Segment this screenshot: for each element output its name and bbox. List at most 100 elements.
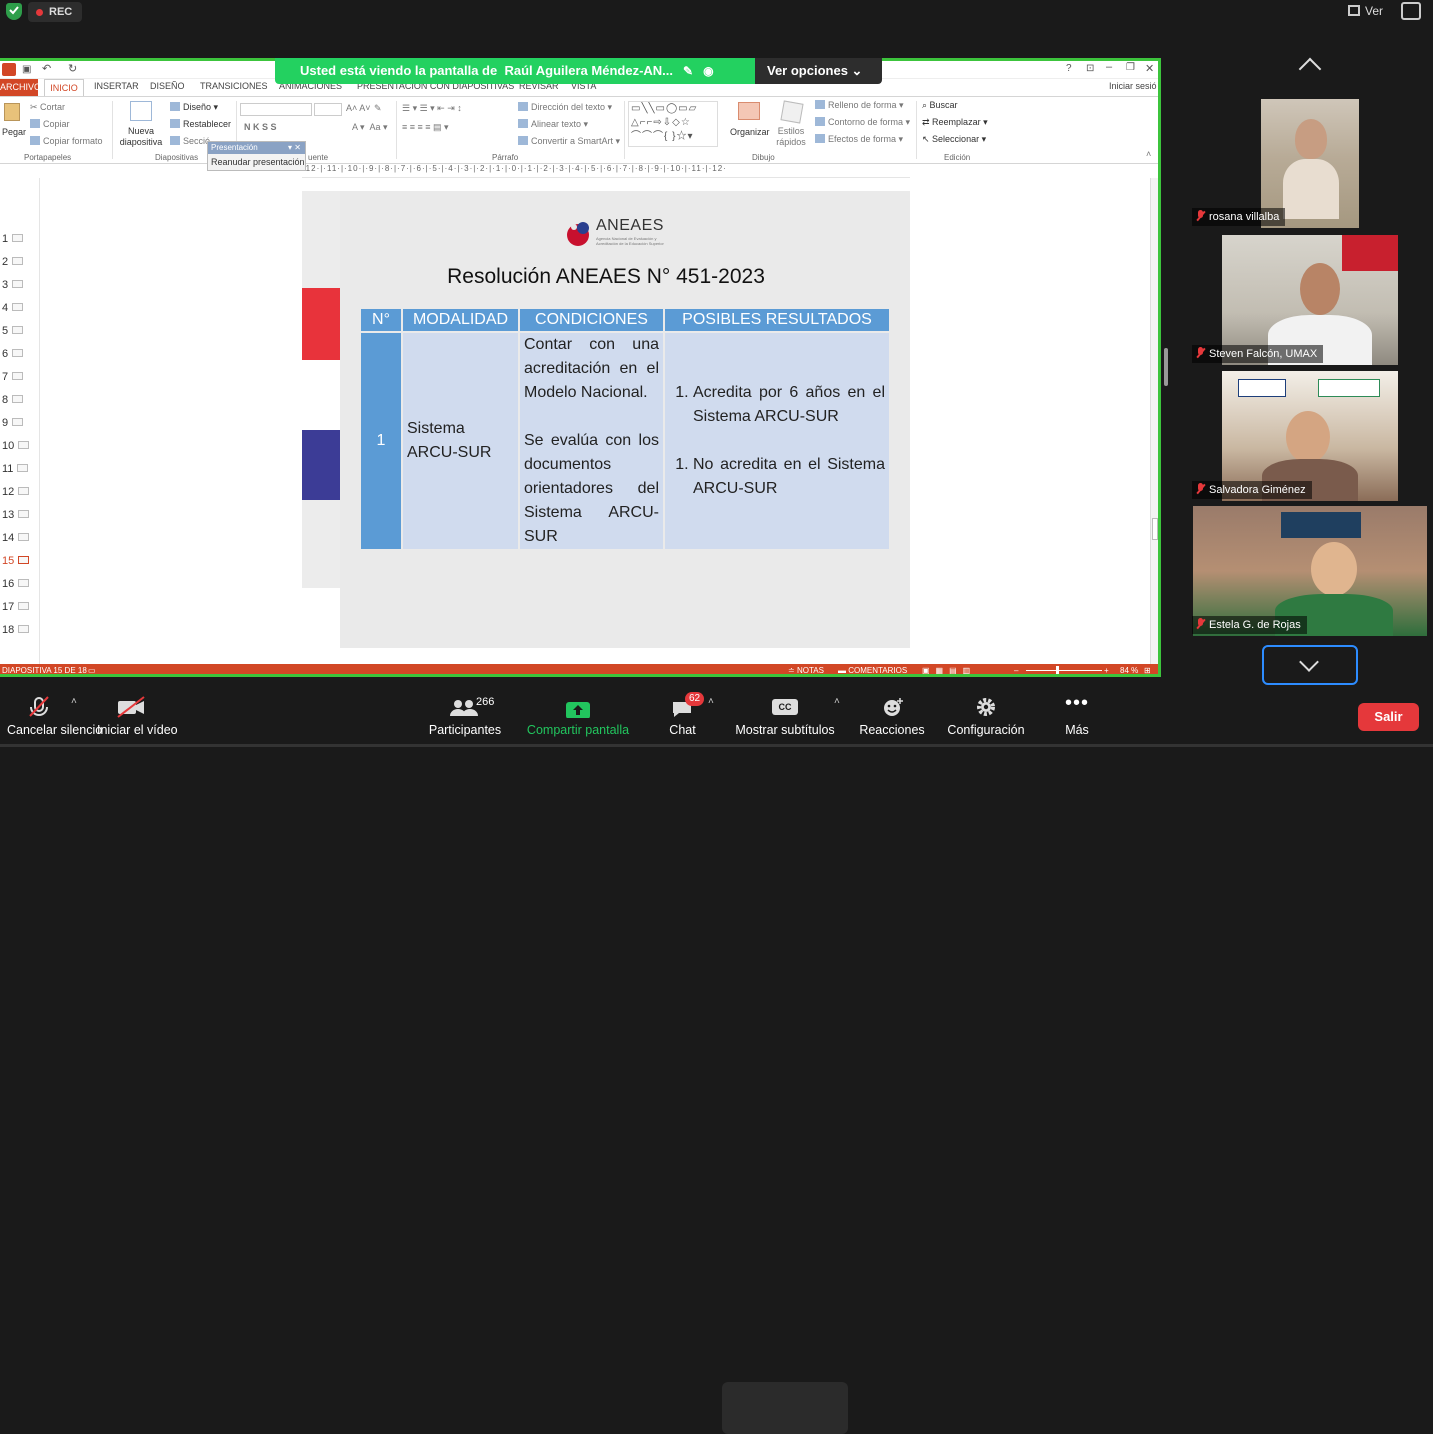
view-options-button[interactable]: Ver opciones ⌄ [755,58,882,84]
vertical-scrollbar[interactable] [1150,178,1158,666]
resume-presentation-button[interactable]: Reanudar presentación [208,154,305,170]
undo-icon[interactable]: ↶ [42,62,51,75]
slide-thumbnail[interactable]: 12 [2,486,30,498]
slide-15[interactable]: ANEAES Agencia Nacional de Evaluación y … [302,191,910,648]
panel-resize-handle[interactable] [1164,348,1168,386]
scroll-up-chevron-icon[interactable] [1298,57,1322,81]
paste-icon[interactable] [4,103,20,121]
slide-thumbnail[interactable]: 18 [2,624,30,636]
zoom-out-icon[interactable]: – [1014,664,1018,674]
spellcheck-icon[interactable]: ▭ [88,664,96,674]
chat-button[interactable]: 62 Chat [655,690,710,747]
format-painter-button[interactable]: Copiar formato [30,136,103,146]
tab-file[interactable]: ARCHIVO [0,79,41,96]
font-color-icon[interactable]: A ▾ Aa ▾ [352,122,388,133]
tab-transitions[interactable]: TRANSICIONES [200,81,268,91]
captions-options-caret[interactable]: ˄ [834,696,840,707]
more-button[interactable]: ••• Más [1052,690,1102,747]
help-icon[interactable]: ? [1066,63,1072,74]
list-buttons[interactable]: ☰ ▾ ☰ ▾ ⇤ ⇥ ↕ [402,103,462,114]
scroll-down-button[interactable] [1262,645,1358,685]
section-button[interactable]: Secció [170,136,210,146]
clear-format-icon[interactable]: ✎ [374,103,382,114]
participants-button[interactable]: 266 Participantes [420,690,510,747]
popup-close-icon[interactable]: ▾ ✕ [288,142,301,154]
view-mode-icons[interactable]: ▣▦▤▥ [922,664,976,674]
tab-home[interactable]: INICIO [44,79,84,96]
scrollbar-thumb[interactable] [1152,518,1158,540]
fullscreen-icon[interactable] [1401,2,1421,20]
slide-thumbnail[interactable]: 16 [2,578,30,590]
select-button[interactable]: ↖ Seleccionar ▾ [922,134,986,145]
shapes-gallery[interactable]: ▭╲╲▭◯▭▱ △⌐⌐⇨⇩◇☆ ⌒⌒⌒{ }☆▾ [628,101,718,147]
quick-styles-icon[interactable] [780,100,804,124]
new-slide-button[interactable]: Nueva diapositiva [116,126,166,148]
paste-button[interactable]: Pegar [2,127,26,137]
save-icon[interactable]: ▣ [22,64,31,75]
slide-thumbnail[interactable]: 11 [2,463,29,475]
reset-button[interactable]: Restablecer [170,119,231,129]
slide-thumbnail[interactable]: 3 [2,279,24,291]
tab-design[interactable]: DISEÑO [150,81,185,91]
fit-slide-icon[interactable]: ⊞ [1144,664,1151,674]
security-shield-icon[interactable] [6,3,22,20]
smartart-button[interactable]: Convertir a SmartArt ▾ [518,136,620,147]
slide-thumbnail[interactable]: 1 [2,233,24,245]
zoom-slider-thumb[interactable] [1056,666,1059,674]
show-captions-button[interactable]: CC Mostrar subtítulos [726,690,844,747]
shape-effects-button[interactable]: Efectos de forma ▾ [815,134,903,145]
grow-font-icon[interactable]: A˄ A˅ [346,103,371,113]
align-text-button[interactable]: Alinear texto ▾ [518,119,588,130]
ribbon-options-icon[interactable]: ⊡ [1086,63,1094,74]
arrange-icon[interactable] [738,102,760,120]
new-slide-icon[interactable] [130,101,152,121]
view-button[interactable]: Ver [1348,2,1383,20]
unmute-button[interactable]: Cancelar silencio [0,690,104,747]
slide-thumbnail[interactable]: 15 [2,555,30,567]
slide-thumbnail[interactable]: 13 [2,509,30,521]
slide-thumbnail[interactable]: 5 [2,325,24,337]
start-video-button[interactable]: Iniciar el vídeo [92,690,188,747]
slide-thumbnail[interactable]: 2 [2,256,24,268]
collapse-ribbon-icon[interactable]: ˄ [1146,149,1151,159]
copy-button[interactable]: Copiar [30,119,70,129]
shape-outline-button[interactable]: Contorno de forma ▾ [815,117,910,128]
text-direction-button[interactable]: Dirección del texto ▾ [518,102,612,113]
minimize-icon[interactable]: – [1106,61,1112,73]
slide-thumbnail[interactable]: 7 [2,371,24,383]
comments-button[interactable]: ▬ COMENTARIOS [838,664,907,674]
find-button[interactable]: ⌕ Buscar [922,100,958,111]
close-icon[interactable]: ✕ [1145,62,1154,75]
slide-thumbnail[interactable]: 10 [2,440,30,452]
slide-thumbnail[interactable]: 4 [2,302,24,314]
quick-styles-button[interactable]: Estilos rápidos [773,126,809,148]
font-size-select[interactable] [314,103,342,116]
cut-button[interactable]: ✂ Cortar [30,102,65,113]
zoom-slider[interactable] [1026,670,1102,671]
restore-icon[interactable]: ❐ [1126,62,1135,73]
chat-options-caret[interactable]: ˄ [708,696,714,707]
recording-indicator[interactable]: REC [28,2,83,22]
slide-thumbnail[interactable]: 17 [2,601,30,613]
slide-thumbnail[interactable]: 8 [2,394,24,406]
reactions-button[interactable]: Reacciones [855,690,929,747]
leave-button[interactable]: Salir [1358,703,1419,731]
slide-thumbnail[interactable]: 14 [2,532,30,544]
align-buttons[interactable]: ≡ ≡ ≡ ≡ ▤ ▾ [402,122,449,133]
redo-icon[interactable]: ↻ [68,62,77,75]
slide-thumbnail[interactable]: 6 [2,348,24,360]
font-name-select[interactable] [240,103,312,116]
share-screen-button[interactable]: Compartir pantalla [518,690,638,747]
audio-options-caret[interactable]: ˄ [71,696,77,707]
zoom-level[interactable]: 84 % [1120,664,1138,674]
shape-fill-button[interactable]: Relleno de forma ▾ [815,100,904,111]
arrange-button[interactable]: Organizar [730,127,770,137]
font-style-buttons[interactable]: N K S S [244,122,277,132]
zoom-in-icon[interactable]: + [1104,664,1109,674]
sign-in-link[interactable]: Iniciar sesió [1109,81,1157,91]
slide-thumbnail[interactable]: 9 [2,417,24,429]
settings-button[interactable]: Configuración [940,690,1032,747]
notes-button[interactable]: ≐ NOTAS [788,664,824,674]
replace-button[interactable]: ⇄ Reemplazar ▾ [922,117,988,128]
layout-button[interactable]: Diseño ▾ [170,102,218,113]
